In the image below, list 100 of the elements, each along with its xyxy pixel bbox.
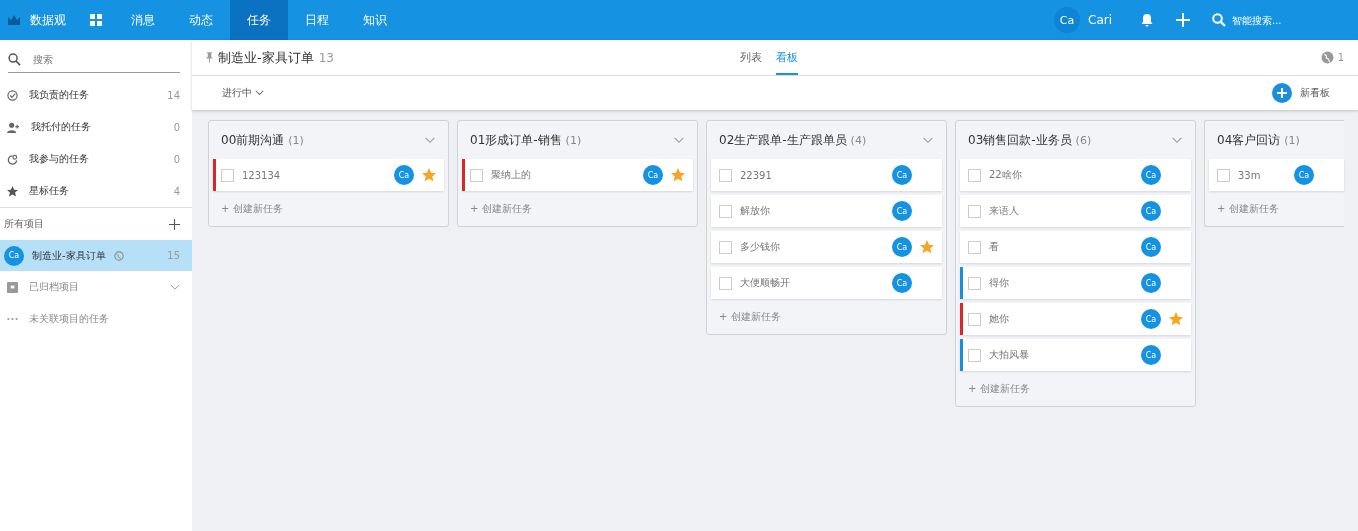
task-card[interactable]: 来语人 Ca bbox=[960, 195, 1191, 227]
task-checkbox[interactable] bbox=[719, 204, 732, 218]
task-checkbox[interactable] bbox=[719, 240, 732, 254]
nav-tab[interactable]: 动态 bbox=[172, 0, 230, 40]
create-task-link[interactable]: + 创建新任务 bbox=[221, 202, 283, 216]
item-count: 0 bbox=[173, 121, 180, 133]
bell-icon[interactable] bbox=[1140, 13, 1154, 27]
participant-icon bbox=[7, 153, 18, 165]
task-card[interactable]: 得你 Ca bbox=[960, 267, 1191, 299]
assignee-avatar: Ca bbox=[892, 165, 912, 185]
task-checkbox[interactable] bbox=[719, 276, 732, 290]
task-title: 大便顺畅开 bbox=[740, 276, 790, 290]
assignee-avatar: Ca bbox=[1141, 309, 1161, 329]
column-count: (1) bbox=[1284, 133, 1300, 147]
add-circle-icon[interactable] bbox=[1272, 83, 1292, 103]
pin-icon[interactable] bbox=[206, 52, 213, 63]
task-title: 她你 bbox=[989, 312, 1009, 326]
brand-name[interactable]: 数据观 bbox=[30, 11, 66, 29]
sidebar-item[interactable]: 我参与的任务 0 bbox=[0, 143, 192, 175]
new-board-link[interactable]: 新看板 bbox=[1300, 86, 1330, 100]
plus-icon[interactable] bbox=[169, 218, 180, 230]
assignee-avatar: Ca bbox=[1141, 237, 1161, 257]
star-icon[interactable] bbox=[671, 168, 685, 182]
column-title: 03销售回款-业务员 bbox=[968, 131, 1072, 149]
assignee-avatar: Ca bbox=[643, 165, 663, 185]
nav-tab[interactable]: 任务 bbox=[230, 0, 288, 40]
column-title: 04客户回访 bbox=[1217, 131, 1281, 149]
task-checkbox[interactable] bbox=[968, 204, 981, 218]
chevron-down-icon[interactable] bbox=[922, 136, 934, 144]
chevron-down-icon bbox=[255, 90, 264, 96]
search-field[interactable]: 智能搜索... bbox=[1230, 13, 1334, 27]
task-card[interactable]: 看 Ca bbox=[960, 231, 1191, 263]
more-dots-icon bbox=[7, 317, 18, 321]
task-checkbox[interactable] bbox=[968, 348, 981, 362]
item-count: 4 bbox=[173, 185, 180, 197]
assignee-avatar: Ca bbox=[394, 165, 414, 185]
task-title: 得你 bbox=[989, 276, 1009, 290]
task-checkbox[interactable] bbox=[221, 168, 234, 182]
chevron-down-icon[interactable] bbox=[1171, 136, 1183, 144]
task-title: 33m bbox=[1238, 169, 1261, 181]
star-icon[interactable] bbox=[422, 168, 436, 182]
task-card[interactable]: 解放你 Ca bbox=[711, 195, 942, 227]
task-card[interactable]: 大拍风暴 Ca bbox=[960, 339, 1191, 371]
task-card[interactable]: 22391 Ca bbox=[711, 159, 942, 191]
task-checkbox[interactable] bbox=[968, 312, 981, 326]
nav-tab[interactable]: 知识 bbox=[346, 0, 404, 40]
archived-projects[interactable]: 已归档项目 bbox=[0, 271, 192, 303]
task-title: 22391 bbox=[740, 169, 772, 181]
apps-grid-icon[interactable] bbox=[90, 14, 102, 26]
task-card[interactable]: 22啥你 Ca bbox=[960, 159, 1191, 191]
archive-box-icon bbox=[7, 281, 18, 293]
star-icon bbox=[7, 185, 18, 197]
assignee-avatar: Ca bbox=[892, 201, 912, 221]
task-card[interactable]: 她你 Ca bbox=[960, 303, 1191, 335]
project-title: 制造业-家具订单 bbox=[218, 48, 314, 67]
sidebar-item[interactable]: 我托付的任务 0 bbox=[0, 111, 192, 143]
task-card[interactable]: 33m Ca bbox=[1209, 159, 1344, 191]
check-circle-icon bbox=[7, 89, 18, 101]
chevron-down-icon[interactable] bbox=[673, 136, 685, 144]
task-checkbox[interactable] bbox=[968, 168, 981, 182]
task-card[interactable]: 123134 Ca bbox=[213, 159, 444, 191]
task-title: 多少钱你 bbox=[740, 240, 780, 254]
nav-tab[interactable]: 日程 bbox=[288, 0, 346, 40]
task-card[interactable]: 大便顺畅开 Ca bbox=[711, 267, 942, 299]
assignee-avatar: Ca bbox=[892, 273, 912, 293]
nav-tab[interactable]: 消息 bbox=[114, 0, 172, 40]
create-task-link[interactable]: + 创建新任务 bbox=[719, 310, 781, 324]
task-checkbox[interactable] bbox=[968, 276, 981, 290]
sidebar-item[interactable]: 星标任务 4 bbox=[0, 175, 192, 207]
unlinked-tasks[interactable]: 未关联项目的任务 bbox=[0, 303, 192, 335]
chevron-down-icon[interactable] bbox=[424, 136, 436, 144]
task-title: 123134 bbox=[242, 169, 281, 181]
user-avatar[interactable]: Ca bbox=[1054, 7, 1080, 33]
create-task-link[interactable]: + 创建新任务 bbox=[968, 382, 1030, 396]
project-item[interactable]: Ca 制造业-家具订单 15 bbox=[0, 240, 192, 271]
assignee-avatar: Ca bbox=[1141, 273, 1161, 293]
column-count: (6) bbox=[1075, 133, 1092, 147]
task-title: 看 bbox=[989, 240, 999, 254]
task-checkbox[interactable] bbox=[1217, 168, 1230, 182]
create-task-link[interactable]: + 创建新任务 bbox=[1217, 202, 1279, 216]
column-title: 01形成订单-销售 bbox=[470, 131, 562, 149]
view-tab[interactable]: 列表 bbox=[740, 40, 762, 73]
status-filter[interactable]: 进行中 bbox=[222, 86, 264, 100]
user-name[interactable]: Cari bbox=[1088, 13, 1112, 27]
task-checkbox[interactable] bbox=[719, 168, 732, 182]
sidebar-item[interactable]: 我负责的任务 14 bbox=[0, 79, 192, 111]
create-task-link[interactable]: + 创建新任务 bbox=[470, 202, 532, 216]
task-card[interactable]: 聚纳上的 Ca bbox=[462, 159, 693, 191]
item-count: 0 bbox=[173, 153, 180, 165]
star-icon[interactable] bbox=[1169, 312, 1183, 326]
item-count: 14 bbox=[167, 89, 180, 101]
view-tab[interactable]: 看板 bbox=[776, 40, 798, 75]
project-avatar: Ca bbox=[4, 245, 24, 266]
column-count: (1) bbox=[565, 133, 582, 147]
assignee-avatar: Ca bbox=[1294, 165, 1314, 185]
task-card[interactable]: 多少钱你 Ca bbox=[711, 231, 942, 263]
task-checkbox[interactable] bbox=[968, 240, 981, 254]
star-icon[interactable] bbox=[920, 240, 934, 254]
task-checkbox[interactable] bbox=[470, 168, 483, 182]
assignee-avatar: Ca bbox=[892, 237, 912, 257]
